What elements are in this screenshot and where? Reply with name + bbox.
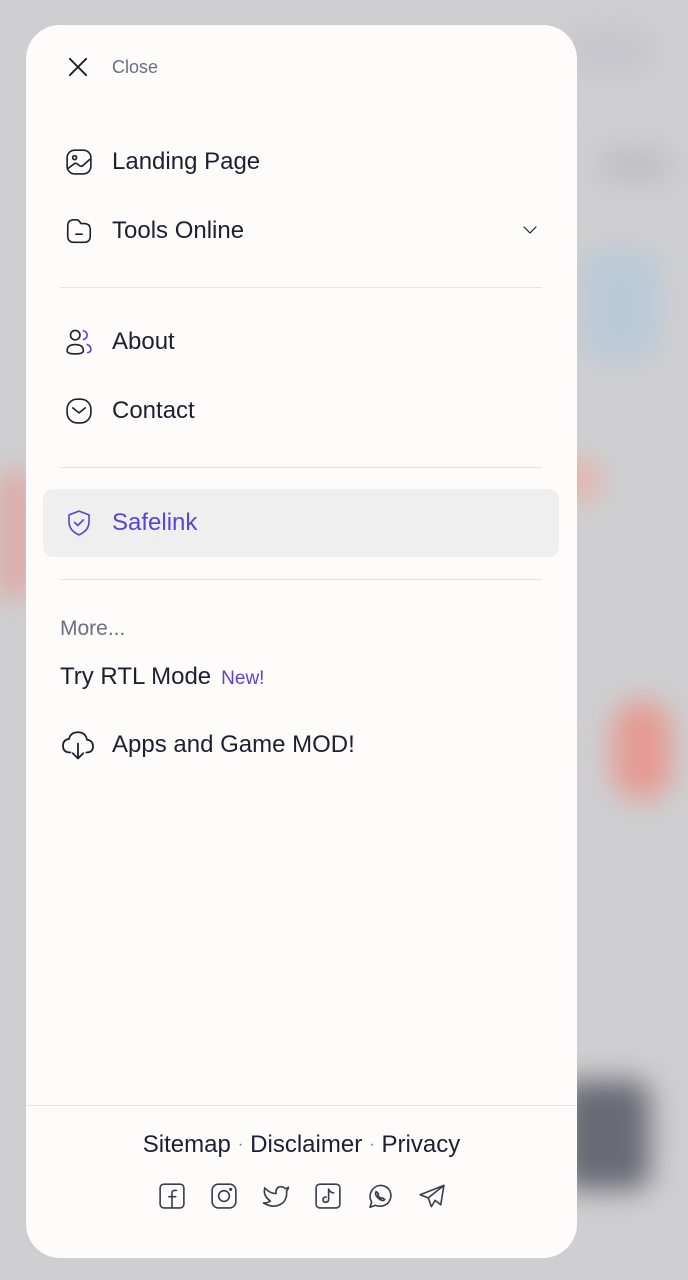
backdrop-shape	[570, 30, 650, 70]
sitemap-link[interactable]: Sitemap	[143, 1131, 231, 1159]
image-icon	[63, 146, 95, 178]
apps-and-game-mod-label: Apps and Game MOD!	[112, 731, 355, 758]
cloud-download-icon	[62, 731, 94, 760]
twitter-icon[interactable]	[261, 1181, 291, 1211]
users-icon	[63, 326, 95, 358]
instagram-icon[interactable]	[209, 1181, 239, 1211]
close-label: Close	[112, 56, 159, 77]
chevron-down-icon[interactable]	[521, 221, 539, 239]
backdrop-shape	[612, 700, 672, 800]
link-separator: ·	[369, 1136, 375, 1153]
folder-icon	[63, 215, 95, 247]
menu-item-contact[interactable]: Contact	[43, 377, 559, 445]
menu-item-about[interactable]: About	[43, 308, 559, 376]
telegram-icon[interactable]	[417, 1181, 447, 1211]
menu-item-label: Tools Online	[112, 217, 245, 244]
menu-item-label: Landing Page	[112, 148, 261, 175]
menu-item-landing-page[interactable]: Landing Page	[43, 128, 559, 196]
menu-item-safelink[interactable]: Safelink	[43, 489, 559, 557]
facebook-icon[interactable]	[157, 1181, 187, 1211]
menu-item-tools-online[interactable]: Tools Online	[43, 197, 559, 265]
shield-check-icon	[63, 507, 95, 539]
menu-item-label: Safelink	[112, 509, 198, 536]
social-links	[26, 1181, 577, 1211]
mail-icon	[63, 395, 95, 427]
link-separator: ·	[237, 1136, 244, 1153]
backdrop-shape	[580, 250, 660, 360]
menu-item-label: About	[112, 328, 175, 355]
new-badge: New!	[221, 668, 265, 689]
navigation-drawer: Close Landing Page Tools Online About Co…	[26, 25, 577, 1258]
divider	[60, 467, 542, 468]
backdrop-shape	[600, 150, 670, 180]
disclaimer-link[interactable]: Disclaimer	[250, 1131, 362, 1159]
rtl-mode-label: Try RTL Mode	[60, 663, 212, 690]
rtl-mode-link[interactable]: Try RTL Mode New!	[60, 663, 264, 691]
apps-and-game-mod-link[interactable]: Apps and Game MOD!	[60, 727, 355, 763]
close-button[interactable]: Close	[64, 53, 158, 81]
footer-links: Sitemap · Disclaimer · Privacy	[26, 1131, 577, 1159]
whatsapp-icon[interactable]	[365, 1181, 395, 1211]
divider	[60, 287, 542, 288]
menu-item-label: Contact	[112, 397, 195, 424]
close-icon	[68, 57, 88, 77]
footer-divider	[26, 1105, 577, 1106]
privacy-link[interactable]: Privacy	[382, 1131, 461, 1159]
tiktok-icon[interactable]	[313, 1181, 343, 1211]
divider	[60, 579, 542, 580]
more-section-title: More...	[60, 617, 126, 640]
